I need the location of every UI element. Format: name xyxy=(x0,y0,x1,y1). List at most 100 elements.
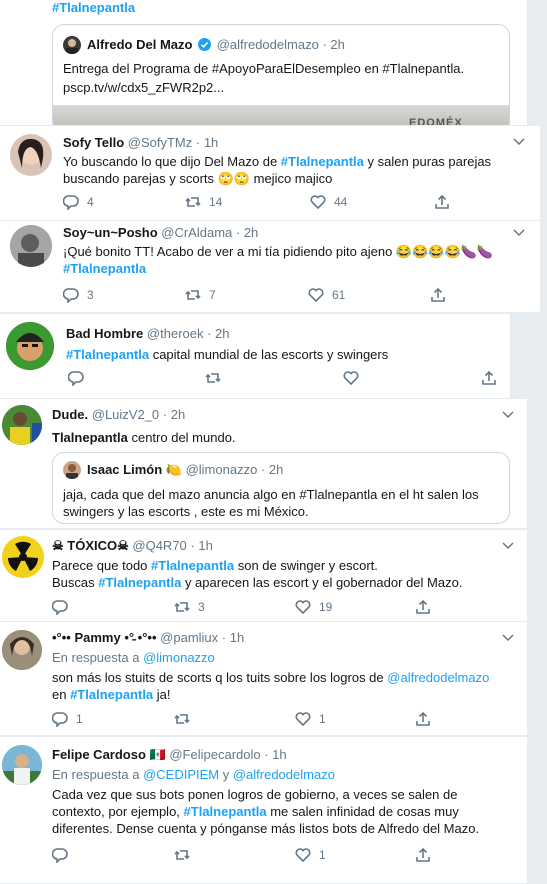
tweet-card[interactable]: Dude. @LuizV2_0 · 2h Tlalnepantla centro… xyxy=(0,399,527,529)
timestamp[interactable]: · 2h xyxy=(163,407,185,422)
retweet-button[interactable] xyxy=(174,847,198,863)
chevron-down-icon[interactable] xyxy=(502,634,514,642)
tweet-card[interactable]: ☠ TÓXICO☠ @Q4R70 · 1h Parece que todo #T… xyxy=(0,530,527,622)
like-button[interactable]: 1 xyxy=(295,711,326,727)
user-name[interactable]: Dude. xyxy=(52,407,88,422)
tweet-card[interactable]: Bad Hombre @theroek · 2h #Tlalnepantla c… xyxy=(0,314,510,399)
retweet-button[interactable] xyxy=(205,370,229,386)
reply-button[interactable]: 3 xyxy=(63,287,94,303)
share-button[interactable] xyxy=(481,370,505,386)
tweet-text: Yo buscando lo que dijo Del Mazo de #Tla… xyxy=(63,154,492,186)
reply-button[interactable]: 1 xyxy=(52,711,83,727)
share-button[interactable] xyxy=(415,847,439,863)
reply-count: 1 xyxy=(76,712,83,726)
user-handle[interactable]: @CrAldama xyxy=(161,225,232,240)
timestamp[interactable]: · 1h xyxy=(190,538,212,553)
retweet-button[interactable]: 14 xyxy=(185,194,222,210)
hashtag-link[interactable]: #Tlalnepantla xyxy=(70,687,153,702)
reply-count: 3 xyxy=(87,288,94,302)
user-name[interactable]: Bad Hombre xyxy=(66,326,143,341)
like-button[interactable] xyxy=(343,370,367,386)
reply-button[interactable] xyxy=(52,599,76,615)
user-handle[interactable]: @Felipecardolo xyxy=(169,747,260,762)
reply-button[interactable] xyxy=(68,370,92,386)
quoted-tweet[interactable]: Isaac Limón 🍋 @limonazzo · 2h jaja, cada… xyxy=(52,452,510,524)
hashtag-link[interactable]: #Tlalnepantla xyxy=(63,261,146,276)
avatar[interactable] xyxy=(2,536,44,578)
retweet-count: 3 xyxy=(198,600,205,614)
retweet-button[interactable]: 3 xyxy=(174,599,205,615)
reply-button[interactable]: 4 xyxy=(63,194,94,210)
timestamp[interactable]: · 2h xyxy=(322,37,344,52)
timestamp[interactable]: · 1h xyxy=(222,630,244,645)
like-button[interactable]: 1 xyxy=(295,847,326,863)
tweet-text: Cada vez que sus bots ponen logros de go… xyxy=(52,787,480,836)
mention-link[interactable]: @alfredodelmazo xyxy=(233,767,335,782)
avatar[interactable] xyxy=(2,745,42,785)
mention-link[interactable]: @alfredodelmazo xyxy=(387,670,489,685)
like-button[interactable]: 19 xyxy=(295,599,332,615)
tweet-text: Tlalnepantla centro del mundo. xyxy=(52,430,236,445)
reply-button[interactable] xyxy=(52,847,76,863)
retweet-button[interactable]: 7 xyxy=(185,287,216,303)
tweet-card[interactable]: Soy~un~Posho @CrAldama · 2h ¡Qué bonito … xyxy=(0,221,540,313)
like-button[interactable]: 44 xyxy=(310,194,347,210)
hashtag-link[interactable]: #Tlalnepantla xyxy=(66,347,149,362)
reply-context: En respuesta a @CEDIPIEM y @alfredodelma… xyxy=(52,767,335,782)
quoted-link[interactable]: pscp.tv/w/cdx5_zFWR2p2... xyxy=(63,79,503,96)
share-button[interactable] xyxy=(434,194,458,210)
share-button[interactable] xyxy=(415,599,439,615)
user-name[interactable]: Soy~un~Posho xyxy=(63,225,158,240)
user-handle[interactable]: @pamliux xyxy=(160,630,218,645)
user-handle[interactable]: @theroek xyxy=(147,326,204,341)
chevron-down-icon[interactable] xyxy=(502,411,514,419)
avatar[interactable] xyxy=(6,322,54,370)
timestamp[interactable]: · 1h xyxy=(196,135,218,150)
timestamp[interactable]: · 2h xyxy=(236,225,258,240)
user-name[interactable]: ☠ TÓXICO☠ xyxy=(52,538,129,553)
avatar[interactable] xyxy=(10,225,52,267)
share-button[interactable] xyxy=(415,711,439,727)
mexico-flag-icon: 🇲🇽 xyxy=(149,747,166,762)
user-name[interactable]: Felipe Cardoso xyxy=(52,747,146,762)
tweet-card[interactable]: •°•• Pammy •°̵ •°•• @pamliux · 1h En res… xyxy=(0,622,527,736)
mention-link[interactable]: @CEDIPIEM xyxy=(143,767,219,782)
user-name[interactable]: Alfredo Del Mazo xyxy=(87,37,192,52)
user-name[interactable]: Isaac Limón xyxy=(87,462,162,477)
timestamp[interactable]: · 2h xyxy=(261,462,283,477)
user-name[interactable]: Sofy Tello xyxy=(63,135,124,150)
like-count: 44 xyxy=(334,195,348,209)
quoted-text: Entrega del Programa de #ApoyoParaElDese… xyxy=(63,61,465,76)
lemon-icon: 🍋 xyxy=(165,462,182,477)
tweet-card-top[interactable]: #Tlalnepantla Alfredo Del Mazo @alfredod… xyxy=(0,0,527,126)
user-handle[interactable]: @limonazzo xyxy=(186,462,258,477)
tweet-card[interactable]: Felipe Cardoso 🇲🇽 @Felipecardolo · 1h En… xyxy=(0,737,527,884)
tweet-text: Parece que todo #Tlalnepantla son de swi… xyxy=(52,558,463,590)
hashtag-link[interactable]: #Tlalnepantla xyxy=(151,558,234,573)
user-handle[interactable]: @alfredodelmazo xyxy=(217,37,319,52)
hashtag-link[interactable]: #Tlalnepantla xyxy=(52,0,135,15)
quoted-tweet[interactable]: Alfredo Del Mazo @alfredodelmazo · 2h En… xyxy=(52,24,510,125)
hashtag-link[interactable]: #Tlalnepantla xyxy=(98,575,181,590)
media-image[interactable]: EDOMÉX xyxy=(53,105,509,125)
user-name[interactable]: •°•• Pammy •°̵ •°•• xyxy=(52,630,157,645)
like-button[interactable]: 61 xyxy=(308,287,345,303)
hashtag-link[interactable]: #Tlalnepantla xyxy=(184,804,267,819)
hashtag-link[interactable]: #Tlalnepantla xyxy=(281,154,364,169)
timestamp[interactable]: · 1h xyxy=(264,747,286,762)
user-handle[interactable]: @Q4R70 xyxy=(132,538,186,553)
user-handle[interactable]: @SofyTMz xyxy=(128,135,192,150)
avatar[interactable] xyxy=(2,630,42,670)
chevron-down-icon[interactable] xyxy=(513,138,525,146)
avatar[interactable] xyxy=(2,405,42,445)
chevron-down-icon[interactable] xyxy=(502,542,514,550)
retweet-button[interactable] xyxy=(174,711,198,727)
chevron-down-icon[interactable] xyxy=(513,229,525,237)
avatar[interactable] xyxy=(10,134,52,176)
timestamp[interactable]: · 2h xyxy=(207,326,229,341)
share-button[interactable] xyxy=(430,287,454,303)
user-handle[interactable]: @LuizV2_0 xyxy=(92,407,159,422)
tweet-card[interactable]: Sofy Tello @SofyTMz · 1h Yo buscando lo … xyxy=(0,126,540,221)
mention-link[interactable]: @limonazzo xyxy=(143,650,215,665)
avatar xyxy=(63,461,81,479)
